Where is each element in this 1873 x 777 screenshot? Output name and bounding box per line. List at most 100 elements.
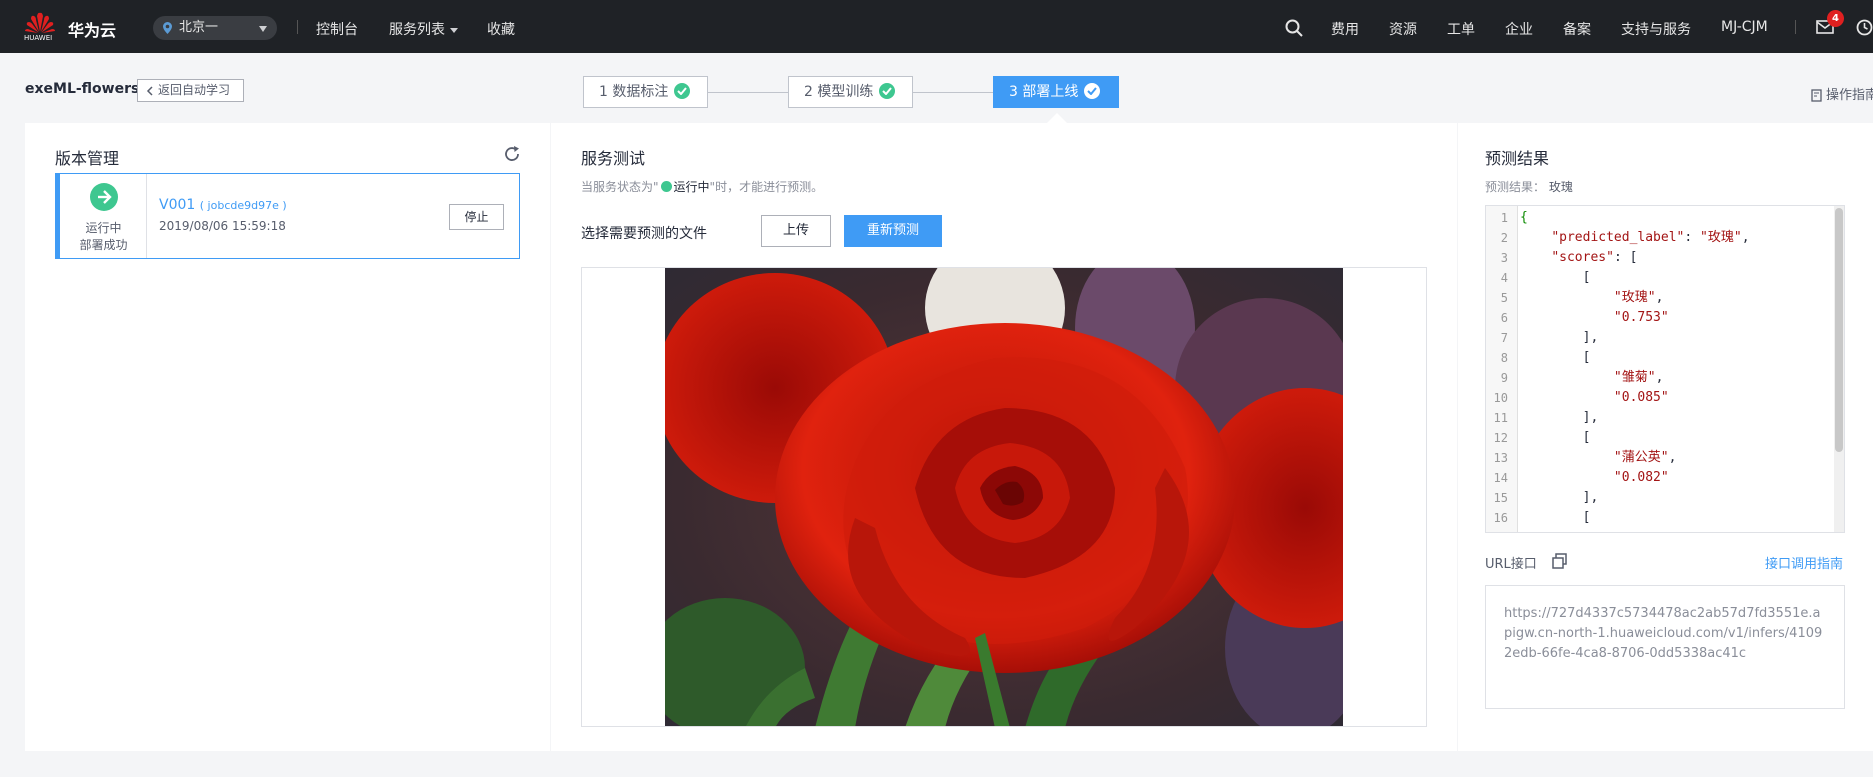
service-hint: 当服务状态为" 运行中"时，才能进行预测。 xyxy=(581,178,823,195)
guide-label: 操作指南 xyxy=(1826,88,1873,103)
repredict-button[interactable]: 重新预测 xyxy=(844,215,942,247)
service-test-panel: 服务测试 当服务状态为" 运行中"时，才能进行预测。 选择需要预测的文件 上传 重… xyxy=(551,123,1457,751)
location-pin-icon xyxy=(163,22,172,34)
prediction-json-viewer[interactable]: 1{2 "predicted_label": "玫瑰", 3 "scores": … xyxy=(1485,205,1845,533)
prediction-summary: 预测结果： 玫瑰 xyxy=(1485,178,1573,195)
code-text: ], xyxy=(1520,330,1599,345)
step-deploy[interactable]: 3 部署上线 xyxy=(993,76,1119,108)
check-circle-icon xyxy=(1084,83,1101,99)
code-line: 6 "0.753" xyxy=(1486,308,1826,328)
line-number: 14 xyxy=(1493,471,1508,485)
operation-guide-link[interactable]: 操作指南 xyxy=(1811,84,1873,103)
refresh-icon[interactable] xyxy=(503,145,521,163)
line-number: 11 xyxy=(1493,411,1508,425)
workflow-header: exeML-flowers 返回自动学习 1 数据标注 2 模型训练 3 部署上… xyxy=(0,53,1873,123)
line-number: 9 xyxy=(1500,371,1508,385)
region-label: 北京一 xyxy=(179,20,219,35)
huawei-flower-icon xyxy=(25,12,55,33)
line-number: 1 xyxy=(1500,211,1508,225)
nav-user-account[interactable]: MJ-CJM xyxy=(1721,19,1768,35)
code-line: 11 ], xyxy=(1486,408,1826,428)
brand-name[interactable]: 华为云 xyxy=(68,17,116,41)
line-number: 6 xyxy=(1500,311,1508,325)
line-number: 3 xyxy=(1500,251,1508,265)
line-number: 5 xyxy=(1500,291,1508,305)
scrollbar[interactable] xyxy=(1834,206,1844,532)
check-circle-icon xyxy=(879,83,896,99)
nav-console[interactable]: 控制台 xyxy=(316,19,358,39)
logo-text: HUAWEI xyxy=(24,34,53,42)
nav-tickets[interactable]: 工单 xyxy=(1447,19,1475,39)
panel-title: 预测结果 xyxy=(1485,149,1550,168)
preview-image-frame xyxy=(581,267,1427,727)
nav-service-list[interactable]: 服务列表 xyxy=(389,19,458,39)
divider xyxy=(1795,20,1796,34)
line-number: 8 xyxy=(1500,351,1508,365)
nav-support[interactable]: 支持与服务 xyxy=(1621,19,1691,39)
code-text: [ xyxy=(1520,270,1591,285)
line-number: 2 xyxy=(1500,231,1508,245)
nav-billing[interactable]: 费用 xyxy=(1331,19,1359,39)
code-text: ], xyxy=(1520,410,1599,425)
nav-enterprise[interactable]: 企业 xyxy=(1505,19,1533,39)
check-circle-icon xyxy=(660,181,672,192)
line-number: 12 xyxy=(1493,431,1508,445)
code-text: { xyxy=(1520,210,1528,225)
code-text: [ xyxy=(1520,510,1591,525)
code-line: 1{ xyxy=(1486,208,1826,228)
url-interface-label: URL接口 xyxy=(1485,557,1537,572)
nav-resources[interactable]: 资源 xyxy=(1389,19,1417,39)
url-value-box[interactable]: https://727d4337c5734478ac2ab57d7fd3551e… xyxy=(1485,585,1845,709)
code-text: [ xyxy=(1520,430,1591,445)
code-text: "玫瑰", xyxy=(1613,290,1664,305)
code-text: ], xyxy=(1520,490,1599,505)
version-name[interactable]: V001 ( jobcde9d97e ) xyxy=(159,197,287,213)
code-line: 4 [ xyxy=(1486,268,1826,288)
code-text: [ xyxy=(1520,350,1591,365)
code-text: "predicted_label": "玫瑰", xyxy=(1551,230,1750,245)
top-navigation-bar: HUAWEI 华为云 北京一 控制台 服务列表 收藏 费用 资源 工单 企业 备… xyxy=(0,0,1873,53)
step-connector xyxy=(913,92,993,93)
huawei-logo[interactable]: HUAWEI xyxy=(24,12,56,44)
api-guide-link[interactable]: 接口调用指南 xyxy=(1765,553,1843,572)
prediction-result-panel: 预测结果 预测结果： 玫瑰 1{2 "predicted_label": "玫瑰… xyxy=(1458,123,1873,751)
step-label: 1 数据标注 xyxy=(599,84,669,100)
code-text: "0.082" xyxy=(1613,470,1669,485)
nav-service-list-label: 服务列表 xyxy=(389,22,445,38)
line-number: 13 xyxy=(1493,451,1508,465)
code-line: 12 [ xyxy=(1486,428,1826,448)
status-deployed: 部署成功 xyxy=(79,238,128,252)
clock-icon[interactable] xyxy=(1856,19,1873,36)
code-line: 5 "玫瑰", xyxy=(1486,288,1826,308)
code-text: "0.085" xyxy=(1613,390,1669,405)
code-line: 9 "雏菊", xyxy=(1486,368,1826,388)
hint-status: 运行中 xyxy=(673,180,710,194)
line-number: 10 xyxy=(1493,391,1508,405)
step-connector xyxy=(708,92,788,93)
back-to-automl-button[interactable]: 返回自动学习 xyxy=(137,79,244,102)
step-model-training[interactable]: 2 模型训练 xyxy=(788,76,913,108)
nav-favorites[interactable]: 收藏 xyxy=(487,19,515,39)
line-number: 7 xyxy=(1500,331,1508,345)
copy-icon[interactable] xyxy=(1552,553,1568,569)
search-icon[interactable] xyxy=(1285,19,1303,37)
version-id: V001 xyxy=(159,197,196,213)
version-card[interactable]: 运行中 部署成功 V001 ( jobcde9d97e ) 2019/08/06… xyxy=(55,173,520,259)
back-button-label: 返回自动学习 xyxy=(158,83,231,97)
code-line: 8 [ xyxy=(1486,348,1826,368)
code-line: 3 "scores": [ xyxy=(1486,248,1826,268)
hint-suffix: "时，才能进行预测。 xyxy=(709,180,824,194)
scrollbar-thumb[interactable] xyxy=(1835,208,1843,452)
nav-filing[interactable]: 备案 xyxy=(1563,19,1591,39)
region-selector[interactable]: 北京一 xyxy=(153,16,277,40)
chevron-down-icon xyxy=(450,27,458,33)
code-line: 10 "0.085" xyxy=(1486,388,1826,408)
stop-button[interactable]: 停止 xyxy=(449,204,504,230)
version-status: 运行中 部署成功 xyxy=(60,174,147,258)
upload-button[interactable]: 上传 xyxy=(761,215,831,247)
step-label: 3 部署上线 xyxy=(1009,84,1079,100)
code-line: 2 "predicted_label": "玫瑰", xyxy=(1486,228,1826,248)
step-data-labeling[interactable]: 1 数据标注 xyxy=(583,76,708,108)
result-value: 玫瑰 xyxy=(1548,180,1573,194)
line-number: 4 xyxy=(1500,271,1508,285)
